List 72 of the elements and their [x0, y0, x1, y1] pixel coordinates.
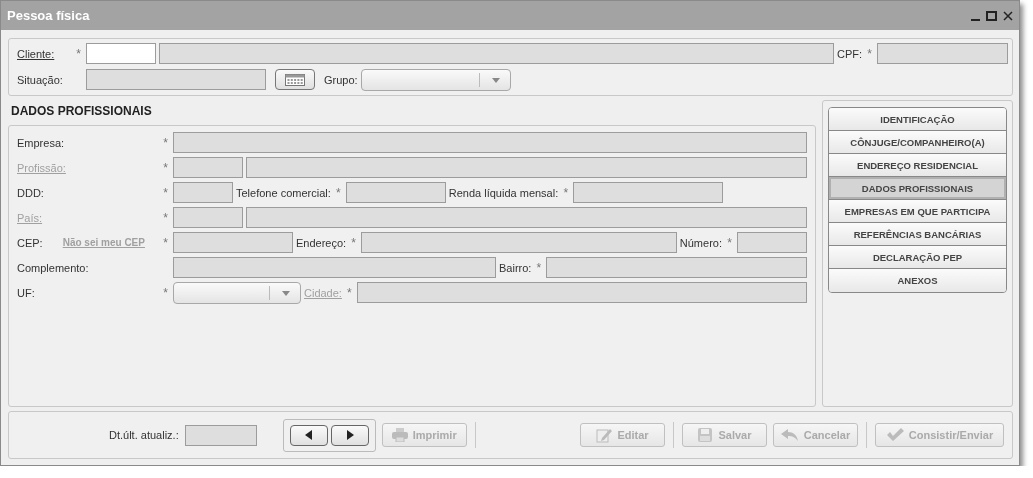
input-field[interactable]	[159, 43, 834, 64]
input-field[interactable]	[361, 232, 677, 253]
input-field[interactable]	[184, 424, 257, 446]
dropdown-field[interactable]	[173, 281, 301, 304]
field-label: Empresa:	[17, 136, 65, 149]
undo-arrow-icon	[780, 428, 799, 442]
field-label: CPF:	[836, 47, 862, 60]
input-field[interactable]	[356, 282, 807, 303]
right-triangle-icon	[344, 430, 355, 440]
required-asterisk: *	[162, 160, 169, 175]
input-field[interactable]	[573, 182, 724, 203]
input-field[interactable]	[345, 182, 446, 203]
field-label: Bairro:	[499, 261, 532, 274]
required-asterisk: *	[562, 185, 570, 200]
field-label: Endereço:	[296, 236, 347, 249]
close-icon[interactable]	[1003, 10, 1013, 21]
next-button[interactable]	[330, 424, 369, 446]
input-field[interactable]	[737, 232, 807, 253]
field-label: CEP:	[17, 236, 43, 249]
required-asterisk: *	[162, 210, 169, 225]
nav-tab[interactable]: IDENTIFICAÇÃO	[829, 108, 1006, 131]
nav-tab[interactable]: CÔNJUGE/COMPANHEIRO(A)	[829, 131, 1006, 154]
input-field[interactable]	[173, 232, 293, 253]
field-label: Complemento:	[17, 261, 89, 274]
required-asterisk: *	[162, 235, 169, 250]
input-field[interactable]	[877, 43, 1008, 64]
input-field[interactable]	[173, 182, 233, 203]
nav-tab[interactable]: ENDEREÇO RESIDENCIAL	[829, 154, 1006, 177]
dropdown-field[interactable]	[360, 68, 511, 91]
input-field[interactable]	[246, 157, 807, 178]
calendar-icon	[285, 73, 305, 86]
required-asterisk: *	[346, 285, 353, 300]
field-label: Número:	[679, 236, 722, 249]
required-asterisk: *	[350, 235, 357, 250]
input-field[interactable]	[546, 257, 807, 278]
nav-tab[interactable]: EMPRESAS EM QUE PARTICIPA	[829, 200, 1006, 223]
field-link[interactable]: Cliente:	[17, 47, 55, 60]
required-asterisk: *	[866, 46, 873, 61]
window-title: Pessoa física	[7, 8, 90, 23]
printer-icon	[391, 428, 408, 442]
input-field[interactable]	[86, 69, 266, 90]
field-label: Renda líquida mensal:	[448, 186, 559, 199]
nav-tab[interactable]: REFERÊNCIAS BANCÁRIAS	[829, 223, 1006, 246]
required-asterisk: *	[162, 285, 169, 300]
input-field[interactable]	[173, 207, 243, 228]
required-asterisk: *	[162, 185, 169, 200]
maximize-icon[interactable]	[986, 10, 997, 21]
nav-tab[interactable]: DADOS PROFISSIONAIS	[829, 177, 1006, 200]
nav-tab[interactable]: ANEXOS	[829, 269, 1006, 292]
field-label: Grupo:	[324, 73, 358, 86]
required-asterisk: *	[535, 260, 543, 275]
field-label: Dt.últ. atualiz.:	[109, 429, 179, 441]
input-field[interactable]	[246, 207, 807, 228]
calendar-button[interactable]	[275, 69, 315, 90]
required-asterisk: *	[726, 235, 733, 250]
field-label: UF:	[17, 286, 35, 299]
pencil-page-icon	[596, 427, 613, 443]
field-label: Telefone comercial:	[236, 186, 331, 199]
required-asterisk: *	[334, 185, 342, 200]
previous-button[interactable]	[289, 424, 328, 446]
input-field[interactable]	[86, 43, 156, 64]
required-asterisk: *	[162, 135, 169, 150]
field-label: Situação:	[17, 73, 63, 86]
input-field[interactable]	[173, 157, 243, 178]
checkmark-icon	[885, 428, 904, 442]
field-label: DDD:	[17, 186, 44, 199]
nav-tab[interactable]: DECLARAÇÃO PEP	[829, 246, 1006, 269]
required-asterisk: *	[75, 46, 82, 61]
section-title: DADOS PROFISSIONAIS	[10, 103, 153, 120]
input-field[interactable]	[173, 132, 807, 153]
input-field[interactable]	[173, 257, 496, 278]
left-triangle-icon	[303, 430, 314, 440]
